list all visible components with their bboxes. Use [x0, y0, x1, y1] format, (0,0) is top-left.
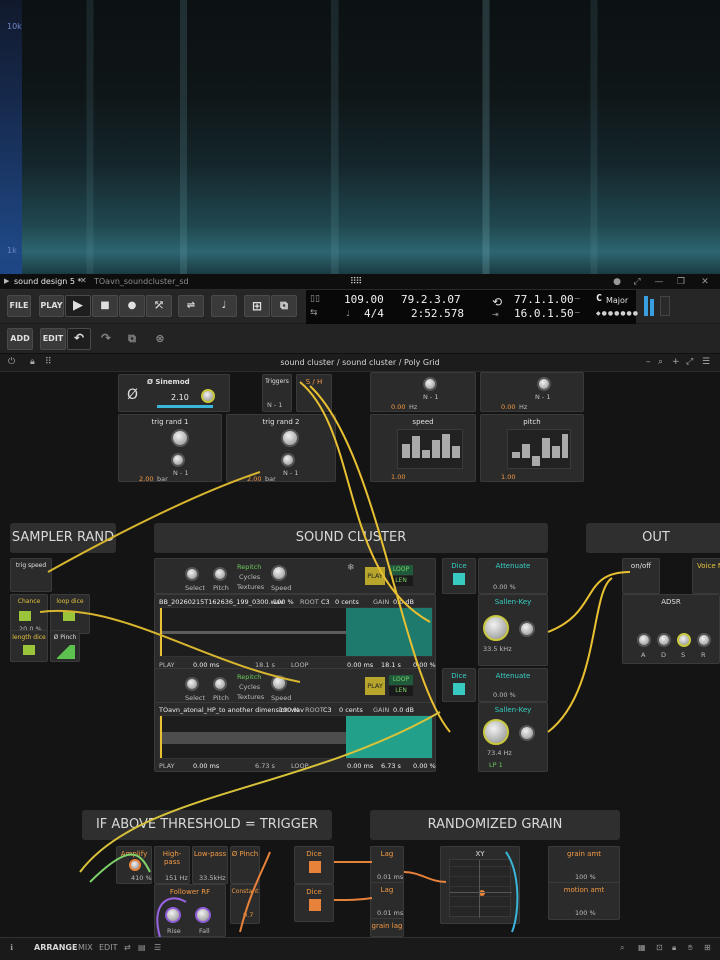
info-icon[interactable]: ℹ: [10, 943, 13, 952]
key-scale-display[interactable]: Major: [606, 296, 628, 305]
overdub-icon: ⇌: [186, 300, 196, 311]
bitwig-logo-icon: ⠿⠿: [350, 277, 362, 287]
tempo-mode-icon[interactable]: ▯▯: [310, 294, 320, 304]
record-button[interactable]: ●: [119, 295, 145, 317]
time-signature-display[interactable]: 4/4: [364, 307, 384, 320]
devices-icon[interactable]: ⊡: [656, 943, 663, 952]
cable-orange-2: [333, 897, 373, 901]
redo-icon: ↷: [100, 331, 112, 345]
arrange-view-button[interactable]: ARRANGE: [34, 943, 77, 952]
panel-menu-icon[interactable]: ☰: [702, 357, 710, 367]
cable-yellow-7: [79, 711, 441, 873]
cable-yellow-6: [547, 577, 613, 733]
stop-icon: ■: [100, 300, 110, 311]
project-tab-bar: ▶ sound design 5 * ✕ TOavn_soundcluster_…: [0, 274, 720, 290]
minimize-icon[interactable]: —: [652, 276, 666, 288]
poly-grid-canvas[interactable]: Ø Ø Sinemod 2.10 Triggers N - 1 S / H tr…: [0, 372, 720, 937]
patch-cables: [39, 381, 631, 937]
stop-button[interactable]: ■: [92, 295, 118, 317]
zoom-in-icon[interactable]: +: [672, 357, 680, 367]
fullscreen-icon[interactable]: ⤢: [630, 276, 644, 288]
grid-button[interactable]: ⊞: [244, 295, 270, 317]
close-window-icon[interactable]: ✕: [698, 276, 712, 288]
loop-length-display[interactable]: 16.0.1.50: [514, 307, 574, 320]
cable-yellow-2: [309, 385, 451, 733]
cpu-meter: [660, 296, 670, 316]
cable-blue-1: [505, 851, 519, 933]
copy-button[interactable]: ⧉: [120, 328, 144, 350]
mixer-icon[interactable]: ☰: [154, 943, 161, 952]
cable-yellow-1: [299, 381, 431, 623]
delete-icon: ⊗: [155, 332, 165, 345]
transport-display: ▯▯ ⇆ 109.00 ♩ 4/4 79.2.3.07 2:52.578 ⟲ ⇥…: [306, 290, 640, 324]
clip-launcher-overdub-button[interactable]: ⇌: [178, 295, 204, 317]
edit-view-button[interactable]: EDIT: [99, 943, 117, 952]
hand-icon[interactable]: ✋︎: [688, 943, 693, 953]
play-icon: ▶: [73, 298, 83, 313]
record-icon: ●: [127, 300, 137, 311]
position-time-display[interactable]: 2:52.578: [411, 307, 464, 320]
panel-title: sound cluster / sound cluster / Poly Gri…: [280, 358, 440, 367]
metronome-button[interactable]: ♩: [211, 295, 237, 317]
cable-yellow-3: [47, 471, 261, 573]
metronome-icon: ♩: [221, 300, 227, 311]
freq-label-1k: 1k: [7, 246, 17, 255]
delete-button[interactable]: ⊗: [148, 328, 172, 350]
bottom-bar: ℹ ARRANGE MIX EDIT ⇄ ▤ ☰ ⌕ ▦ ⊡ 🔒︎ ✋︎ ⊞: [0, 937, 720, 960]
play-button[interactable]: ▶: [65, 295, 91, 317]
level-meter-left: [644, 296, 648, 316]
zoom-icon[interactable]: ⌕: [658, 357, 663, 367]
position-beats-display[interactable]: 79.2.3.07: [401, 293, 461, 306]
play-menu-button[interactable]: PLAY: [39, 295, 64, 317]
tab-sound-design-5[interactable]: sound design 5 *: [6, 276, 82, 288]
cable-orange-3: [403, 871, 447, 883]
level-meter-right: [650, 299, 654, 316]
undo-icon: ↶: [73, 331, 85, 345]
file-button[interactable]: FILE: [7, 295, 31, 317]
poly-grid-header: ⏻ 🔒︎ ⠿ sound cluster / sound cluster / P…: [0, 354, 720, 372]
cable-yellow-5: [547, 571, 631, 633]
groove-button[interactable]: ⧉: [271, 295, 297, 317]
inspector-icon[interactable]: ▦: [638, 943, 646, 952]
grid-icon: ⊞: [251, 299, 263, 313]
key-root-display[interactable]: C: [596, 293, 602, 304]
loop-start-wave-icon: ~: [574, 294, 581, 303]
cable-green-1: [89, 853, 151, 883]
freq-label-10k: 10k: [7, 22, 22, 31]
metronome-small-icon: ♩: [346, 309, 350, 318]
cable-orange-4: [239, 851, 271, 933]
spectrogram-view[interactable]: 10k 1k: [0, 0, 720, 274]
toggle-panel-icon[interactable]: ⇄: [124, 943, 131, 952]
browser-icon[interactable]: ⌕: [620, 943, 624, 953]
automation-write-button[interactable]: ⤱: [146, 295, 172, 317]
bitwig-window: 10k 1k ▶ sound design 5 * ✕ TOavn_soundc…: [0, 0, 720, 960]
cable-purple-1: [156, 897, 187, 937]
lock-panel-icon[interactable]: 🔒︎: [672, 943, 676, 953]
cable-yellow-4: [39, 609, 301, 683]
frequency-axis: [0, 0, 22, 274]
grid-view-icon[interactable]: ⊞: [704, 943, 711, 952]
layout-icon[interactable]: ▤: [138, 943, 146, 952]
tab-toavn-soundcluster[interactable]: TOavn_soundcluster_sd: [86, 276, 189, 288]
add-button[interactable]: ADD: [7, 328, 33, 350]
tempo-nudge-icon[interactable]: ⇆: [310, 308, 318, 318]
automation-icon: ⤱: [155, 301, 163, 311]
restore-icon[interactable]: ❐: [674, 276, 688, 288]
scale-dots-indicator: ◆●●●●●●: [596, 310, 640, 317]
groove-icon: ⧉: [280, 299, 288, 312]
zoom-out-icon[interactable]: –: [646, 357, 651, 367]
punch-icon[interactable]: ⇥: [492, 310, 499, 319]
undo-button[interactable]: ↶: [67, 328, 91, 350]
loop-toggle-icon[interactable]: ⟲: [492, 295, 502, 309]
copy-icon: ⧉: [128, 332, 136, 345]
loop-length-wave-icon: ~: [574, 308, 581, 317]
secondary-toolbar: ADD EDIT ↶ ↷ ⧉ ⊗: [0, 324, 720, 354]
redo-button[interactable]: ↷: [94, 328, 118, 350]
loop-start-display[interactable]: 77.1.1.00: [514, 293, 574, 306]
mix-view-button[interactable]: MIX: [78, 943, 93, 952]
dot-icon: ●: [613, 277, 621, 287]
edit-button[interactable]: EDIT: [40, 328, 66, 350]
tempo-display[interactable]: 109.00: [344, 293, 384, 306]
fit-view-icon[interactable]: ⤢: [686, 357, 693, 367]
